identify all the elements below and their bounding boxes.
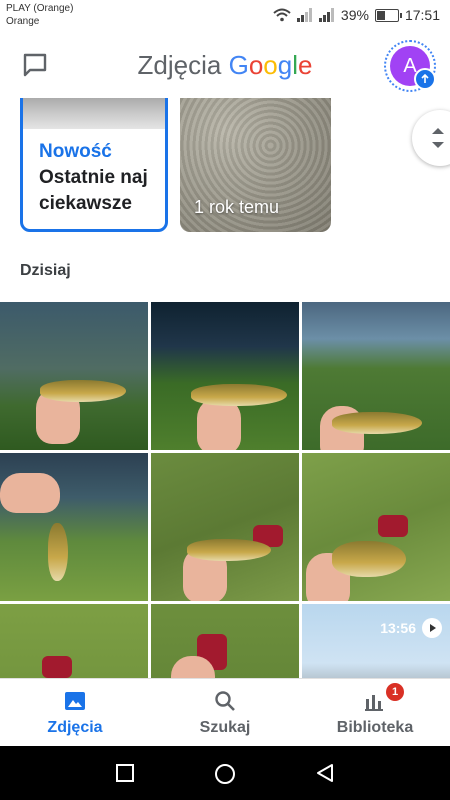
signal-icon-2 xyxy=(318,8,334,22)
memory-description: Ostatnie naj ciekawsze xyxy=(39,167,148,214)
photo-tile[interactable] xyxy=(151,453,299,601)
brand-letter: e xyxy=(298,50,313,80)
back-button[interactable] xyxy=(314,762,336,789)
app-title: Zdjęcia Google xyxy=(0,50,450,81)
back-icon xyxy=(317,764,333,782)
battery-percent: 39% xyxy=(340,7,369,23)
photo-fish xyxy=(48,523,68,581)
photo-icon xyxy=(65,692,85,710)
memory-thumbnail xyxy=(23,98,165,129)
carrier-name: PLAY (Orange) xyxy=(6,3,74,14)
library-icon xyxy=(365,695,383,711)
photo-reel xyxy=(42,656,72,678)
battery-level xyxy=(376,10,385,20)
photo-tile[interactable] xyxy=(151,302,299,450)
status-icons: 39% 17:51 xyxy=(273,4,440,26)
status-bar: PLAY (Orange) Orange 39% 17:51 xyxy=(0,0,450,32)
nav-search-label: Szukaj xyxy=(199,719,251,736)
recents-icon xyxy=(116,764,134,782)
video-tile[interactable]: 13:56 xyxy=(302,604,450,678)
nav-search[interactable]: Szukaj xyxy=(150,679,300,747)
video-duration: 13:56 xyxy=(380,620,416,636)
brand-letter: o xyxy=(248,50,264,80)
video-overlay: 13:56 xyxy=(380,618,442,638)
brand-letter: g xyxy=(277,50,293,80)
bottom-navigation: Zdjęcia Szukaj Biblioteka 1 xyxy=(0,678,450,747)
memory-year-label: 1 rok temu xyxy=(194,197,280,217)
photo-fish xyxy=(332,541,406,577)
photo-tile[interactable] xyxy=(151,604,299,678)
photo-grid: 13:56 xyxy=(0,302,450,678)
notification-badge: 1 xyxy=(386,683,404,701)
home-button[interactable] xyxy=(213,762,237,791)
photo-tile[interactable] xyxy=(302,453,450,601)
recents-button[interactable] xyxy=(114,762,136,789)
carrier-sub: Orange xyxy=(6,16,40,27)
photo-hand xyxy=(0,473,60,513)
memories-carousel: Nowość Ostatnie naj ciekawsze 1 rok temu xyxy=(0,98,450,238)
upload-icon xyxy=(414,68,436,90)
nav-photos[interactable]: Zdjęcia xyxy=(0,679,150,747)
app-bar: Zdjęcia Google A xyxy=(0,32,450,98)
fast-scroll-handle[interactable] xyxy=(412,110,450,166)
photo-tile[interactable] xyxy=(0,604,148,678)
title-prefix: Zdjęcia xyxy=(137,50,222,80)
search-icon xyxy=(215,691,235,711)
photo-tile[interactable] xyxy=(0,302,148,450)
battery-icon xyxy=(374,8,402,22)
memory-card-new[interactable]: Nowość Ostatnie naj ciekawsze xyxy=(20,98,168,232)
account-button[interactable]: A xyxy=(384,40,436,92)
home-icon xyxy=(215,764,235,784)
photo-fish xyxy=(332,412,422,434)
photo-fish xyxy=(191,384,287,406)
memory-card-year[interactable]: 1 rok temu xyxy=(180,98,331,232)
brand-letter: o xyxy=(263,50,278,80)
memory-new-label: Nowość xyxy=(39,141,112,162)
clock: 17:51 xyxy=(404,7,440,23)
photo-fish xyxy=(187,539,271,561)
nav-library-label: Biblioteka xyxy=(336,719,414,736)
brand-letter: G xyxy=(228,50,249,80)
play-icon xyxy=(422,618,442,638)
scroll-arrows-icon xyxy=(432,128,444,148)
photo-fish xyxy=(40,380,126,402)
nav-photos-label: Zdjęcia xyxy=(47,719,103,736)
signal-icon xyxy=(296,8,312,22)
photo-tile[interactable] xyxy=(0,453,148,601)
wifi-icon xyxy=(273,8,291,22)
google-brand: Google xyxy=(229,50,313,80)
date-header: Dzisiaj xyxy=(20,262,71,279)
nav-library[interactable]: Biblioteka 1 xyxy=(300,679,450,747)
photo-tile[interactable] xyxy=(302,302,450,450)
system-navigation-bar xyxy=(0,746,450,800)
photo-reel xyxy=(378,515,408,537)
